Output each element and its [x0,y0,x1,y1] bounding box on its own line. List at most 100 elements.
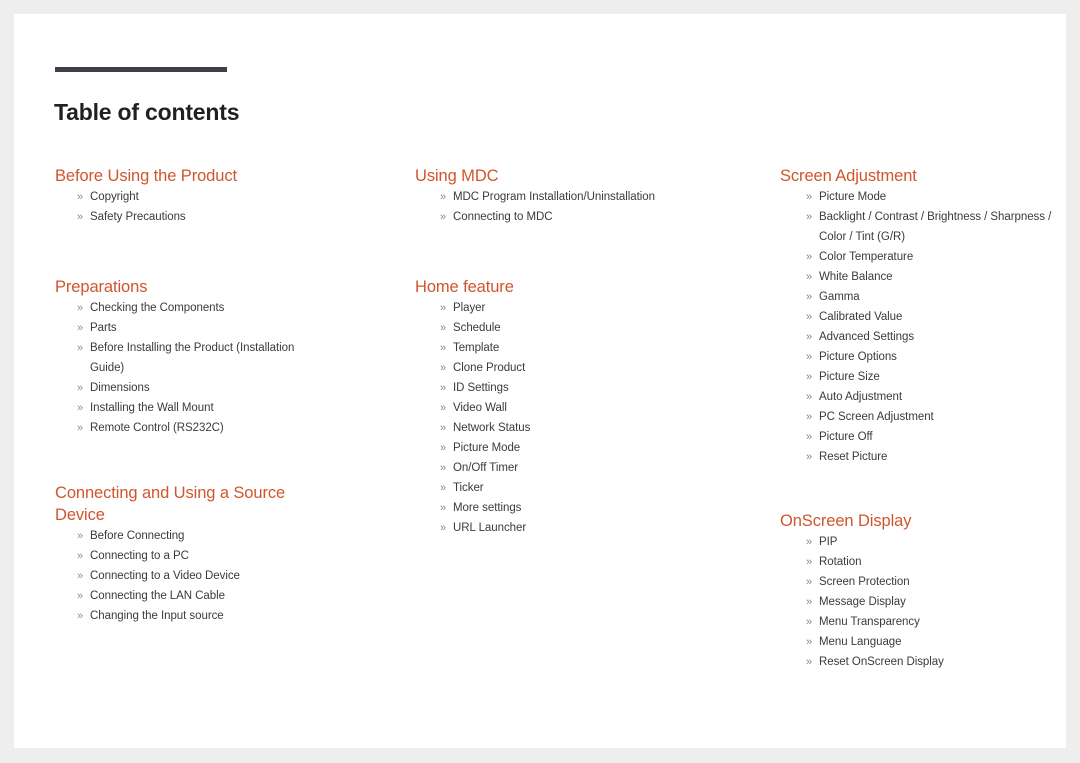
toc-entry-label: Schedule [453,322,501,334]
toc-section: Preparations » Checking the Components » Par… [55,276,365,438]
double-chevron-icon: » [806,371,813,383]
double-chevron-icon: » [806,211,813,223]
toc-entry-label: Template [453,342,500,354]
toc-entry[interactable]: » Video Wall [440,398,693,418]
toc-entry-label: Safety Precautions [90,211,186,223]
toc-entry-label: Connecting to a Video Device [90,570,240,582]
toc-entry[interactable]: » Gamma [806,287,1057,307]
toc-entry-label: Picture Options [819,351,897,363]
toc-section: Using MDC » MDC Program Installation/Unins… [415,165,725,227]
toc-entry[interactable]: » MDC Program Installation/Uninstallation [440,187,693,207]
double-chevron-icon: » [77,530,84,542]
toc-entry[interactable]: » Dimensions [77,378,320,398]
page-title: Table of contents [54,99,240,126]
toc-entry[interactable]: » Rotation [806,552,1057,572]
toc-entry-label: Color Temperature [819,251,914,263]
toc-entry-label: Before Connecting [90,530,185,542]
toc-entry[interactable]: » Backlight / Contrast / Brightness / Sha… [806,207,1057,247]
toc-entry[interactable]: » Menu Transparency [806,612,1057,632]
toc-entry[interactable]: » Picture Mode [806,187,1057,207]
toc-section-heading[interactable]: Screen Adjustment [780,165,1042,187]
toc-entry[interactable]: » Installing the Wall Mount [77,398,320,418]
double-chevron-icon: » [806,411,813,423]
toc-entry[interactable]: » Changing the Input source [77,606,320,626]
toc-entry[interactable]: » More settings [440,498,693,518]
toc-section: Before Using the Product » Copyright » Safet… [55,165,365,227]
toc-entry[interactable]: » Connecting the LAN Cable [77,586,320,606]
toc-entry[interactable]: » Auto Adjustment [806,387,1057,407]
toc-list: » MDC Program Installation/Uninstallation… [415,187,725,227]
toc-section-heading[interactable]: OnScreen Display [780,510,1042,532]
toc-entry-label: MDC Program Installation/Uninstallation [453,191,655,203]
toc-entry[interactable]: » Reset OnScreen Display [806,652,1057,672]
toc-entry[interactable]: » Reset Picture [806,447,1057,467]
toc-entry-label: URL Launcher [453,522,527,534]
toc-entry[interactable]: » Connecting to a PC [77,546,320,566]
toc-entry[interactable]: » PC Screen Adjustment [806,407,1057,427]
double-chevron-icon: » [77,610,84,622]
toc-entry[interactable]: » Connecting to a Video Device [77,566,320,586]
toc-entry[interactable]: » Checking the Components [77,298,320,318]
toc-entry-label: Message Display [819,596,906,608]
toc-entry-label: Gamma [819,291,860,303]
toc-entry[interactable]: » Picture Off [806,427,1057,447]
toc-entry[interactable]: » PIP [806,532,1057,552]
toc-entry[interactable]: » Menu Language [806,632,1057,652]
toc-section: Home feature » Player » Schedule » Template » Cl… [415,276,725,538]
double-chevron-icon: » [440,502,447,514]
toc-entry-label: Screen Protection [819,576,910,588]
toc-section-heading[interactable]: Preparations [55,276,307,298]
toc-entry[interactable]: » Screen Protection [806,572,1057,592]
double-chevron-icon: » [806,656,813,668]
toc-section-heading[interactable]: Home feature [415,276,667,298]
toc-entry[interactable]: » Player [440,298,693,318]
double-chevron-icon: » [77,211,84,223]
toc-entry-label: Network Status [453,422,531,434]
toc-entry-label: Calibrated Value [819,311,903,323]
toc-entry-label: Menu Transparency [819,616,920,628]
toc-section-heading[interactable]: Using MDC [415,165,667,187]
toc-entry[interactable]: » Advanced Settings [806,327,1057,347]
toc-entry[interactable]: » On/Off Timer [440,458,693,478]
toc-entry[interactable]: » Copyright [77,187,320,207]
toc-list: » Checking the Components » Parts » Before In… [55,298,365,438]
toc-entry[interactable]: » Network Status [440,418,693,438]
toc-section-heading[interactable]: Connecting and Using a Source Device [55,482,307,526]
toc-entry[interactable]: » Picture Size [806,367,1057,387]
toc-entry-label: Video Wall [453,402,507,414]
toc-entry[interactable]: » Schedule [440,318,693,338]
double-chevron-icon: » [440,191,447,203]
toc-entry[interactable]: » Remote Control (RS232C) [77,418,320,438]
toc-entry-label: Changing the Input source [90,610,224,622]
toc-entry-label: Menu Language [819,636,902,648]
double-chevron-icon: » [77,302,84,314]
toc-entry[interactable]: » URL Launcher [440,518,693,538]
toc-section-heading[interactable]: Before Using the Product [55,165,307,187]
toc-entry[interactable]: » ID Settings [440,378,693,398]
toc-entry[interactable]: » Picture Options [806,347,1057,367]
toc-entry[interactable]: » Message Display [806,592,1057,612]
double-chevron-icon: » [77,382,84,394]
toc-entry[interactable]: » Before Connecting [77,526,320,546]
toc-entry[interactable]: » Template [440,338,693,358]
double-chevron-icon: » [77,570,84,582]
toc-entry[interactable]: » Calibrated Value [806,307,1057,327]
toc-entry[interactable]: » Picture Mode [440,438,693,458]
toc-entry-label: Picture Mode [819,191,887,203]
toc-entry[interactable]: » Before Installing the Product (Installa… [77,338,320,378]
double-chevron-icon: » [77,590,84,602]
toc-entry[interactable]: » Safety Precautions [77,207,320,227]
toc-entry[interactable]: » Color Temperature [806,247,1057,267]
toc-entry[interactable]: » Connecting to MDC [440,207,693,227]
toc-entry-label: Player [453,302,486,314]
double-chevron-icon: » [440,302,447,314]
double-chevron-icon: » [806,391,813,403]
toc-entry[interactable]: » Clone Product [440,358,693,378]
toc-entry[interactable]: » Parts [77,318,320,338]
toc-entry[interactable]: » White Balance [806,267,1057,287]
toc-section: OnScreen Display » PIP » Rotation » Screen Pro… [780,510,1060,672]
toc-entry[interactable]: » Ticker [440,478,693,498]
double-chevron-icon: » [440,422,447,434]
double-chevron-icon: » [440,462,447,474]
toc-entry-label: Before Installing the Product (Installat… [90,342,295,374]
